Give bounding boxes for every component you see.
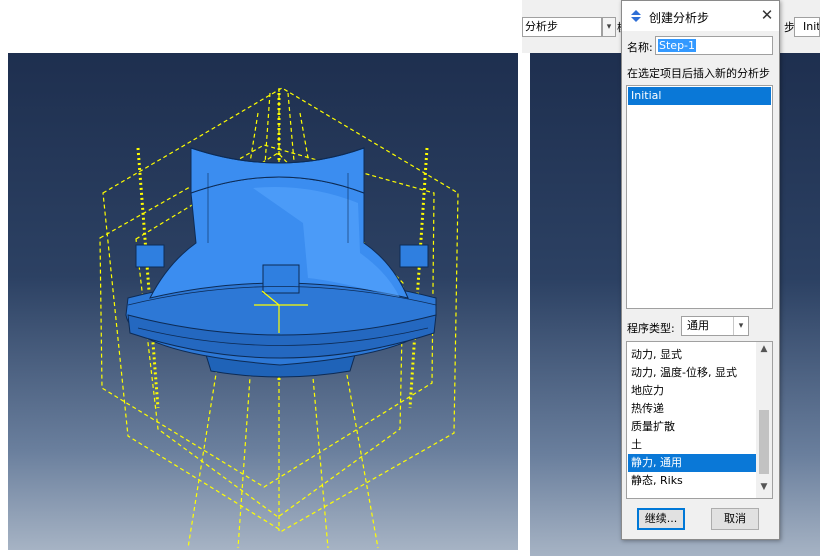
list-item[interactable]: 静态, Riks (628, 472, 756, 490)
list-item[interactable]: 土 (628, 436, 756, 454)
step-combo[interactable]: 分析步 (522, 17, 602, 37)
name-label: 名称: (627, 41, 653, 54)
step-combo-dropdown[interactable]: ▾ (602, 17, 616, 37)
flange-part (125, 147, 437, 378)
procedure-type-select[interactable]: 通用 ▾ (681, 316, 749, 336)
step-icon (631, 10, 641, 22)
dialog-title: 创建分析步 (649, 11, 710, 25)
scroll-up-icon[interactable]: ▲ (756, 344, 772, 358)
dialog-titlebar[interactable]: 创建分析步 ✕ (622, 1, 779, 31)
list-item[interactable]: Initial (628, 87, 771, 105)
close-icon[interactable]: ✕ (757, 5, 777, 25)
insert-after-label: 在选定项目后插入新的分析步 (627, 67, 770, 80)
cancel-button[interactable]: 取消 (711, 508, 759, 530)
flange-model-render (99, 87, 459, 549)
step-list[interactable]: Initial (626, 85, 773, 309)
procedure-type-label: 程序类型: (627, 322, 675, 335)
step-name-input[interactable]: Step-1 (655, 36, 773, 55)
list-item[interactable]: 地应力 (628, 382, 756, 400)
step-right-combo[interactable]: Init (794, 17, 820, 37)
list-item[interactable]: 动力, 温度-位移, 显式 (628, 364, 756, 382)
scroll-thumb[interactable] (759, 410, 769, 474)
list-item-selected[interactable]: 静力, 通用 (628, 454, 756, 472)
procedure-list[interactable]: 动力, 显式 动力, 温度-位移, 显式 地应力 热传递 质量扩散 土 静力, … (626, 341, 773, 499)
continue-button[interactable]: 继续... (637, 508, 685, 530)
create-step-dialog: 创建分析步 ✕ 名称: Step-1 在选定项目后插入新的分析步 Initial… (621, 0, 780, 540)
procedure-scrollbar[interactable]: ▲ ▼ (756, 342, 772, 498)
chevron-down-icon[interactable]: ▾ (733, 317, 748, 335)
scroll-down-icon[interactable]: ▼ (756, 482, 772, 496)
list-item[interactable]: 热传递 (628, 400, 756, 418)
list-item[interactable]: 质量扩散 (628, 418, 756, 436)
list-item[interactable]: 动力, 显式 (628, 346, 756, 364)
model-viewport[interactable] (8, 53, 518, 550)
